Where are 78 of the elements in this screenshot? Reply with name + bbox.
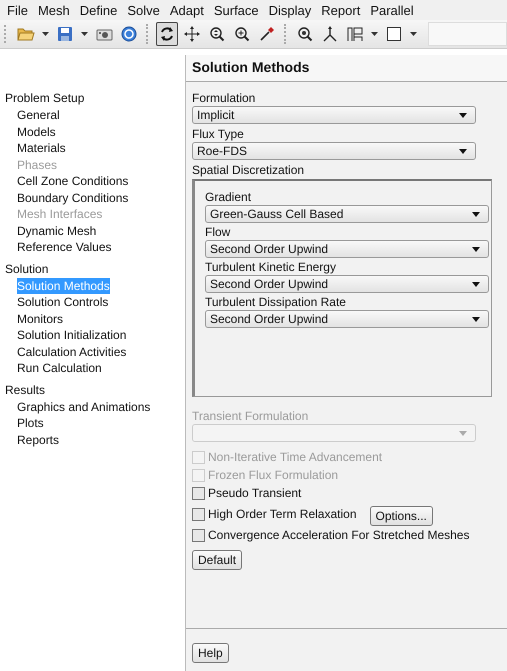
eyedropper-icon xyxy=(259,26,275,42)
tree-item[interactable]: Solution Initialization xyxy=(17,327,126,344)
dropdown[interactable]: Second Order Upwind xyxy=(205,240,489,258)
options-button[interactable]: Options... xyxy=(370,506,433,526)
field-label: Flux Type xyxy=(192,127,244,141)
caret-icon xyxy=(459,430,467,436)
field-label: Transient Formulation xyxy=(192,409,308,423)
help-button[interactable]: Help xyxy=(192,643,229,663)
floppy-icon xyxy=(57,26,73,42)
tree-item[interactable]: Reports xyxy=(17,432,60,448)
menu-item[interactable]: File xyxy=(2,2,33,18)
folder-icon xyxy=(17,26,35,42)
tree-item[interactable]: Dynamic Mesh xyxy=(17,222,96,239)
tree-group[interactable]: Results xyxy=(5,380,185,398)
layout-icon xyxy=(347,26,363,42)
menu-item[interactable]: Solve xyxy=(122,2,165,18)
tree-item[interactable]: Reference Values xyxy=(17,239,112,256)
field-label: Flow xyxy=(205,225,232,239)
menu-item[interactable]: Surface xyxy=(208,2,264,18)
caret-icon xyxy=(410,32,417,36)
dropdown[interactable]: Roe-FDS xyxy=(192,142,476,160)
checkbox-label: High Order Term Relaxation xyxy=(208,506,357,523)
caret-icon xyxy=(459,148,467,154)
tree-group[interactable]: Solution xyxy=(5,260,185,278)
menu-item[interactable]: Define xyxy=(74,2,122,18)
tree-item[interactable]: Plots xyxy=(17,415,44,432)
panel-title: Solution Methods xyxy=(186,55,507,82)
tree-item[interactable]: Monitors xyxy=(17,310,64,327)
dropdown[interactable]: Implicit xyxy=(192,106,476,124)
tree-item[interactable]: Run Calculation xyxy=(17,360,102,376)
tree-item[interactable]: Cell Zone Conditions xyxy=(17,173,128,190)
field-label: Formulation xyxy=(192,91,256,105)
caret-icon xyxy=(371,32,378,36)
caret-icon xyxy=(472,282,480,286)
caret-icon xyxy=(459,112,467,118)
tree-group[interactable]: Problem Setup xyxy=(5,89,185,107)
zoom-in-icon xyxy=(234,26,250,42)
tree-item[interactable]: Materials xyxy=(17,140,66,156)
checkbox-label: Pseudo Transient xyxy=(208,485,302,502)
rotate-icon xyxy=(159,26,175,42)
menu-item[interactable]: Parallel xyxy=(365,2,419,18)
field-label: Turbulent Dissipation Rate xyxy=(205,295,347,309)
dropdown[interactable]: Second Order Upwind xyxy=(205,310,489,328)
menu-item[interactable]: Display xyxy=(264,2,316,18)
tree-item[interactable]: Solution Controls xyxy=(17,294,108,310)
menu-item[interactable]: Adapt xyxy=(164,2,209,18)
field-label: Gradient xyxy=(205,190,252,204)
window-icon xyxy=(386,26,402,42)
tree-item[interactable]: General xyxy=(17,107,60,124)
field-label: Turbulent Kinetic Energy xyxy=(205,260,337,274)
checkbox[interactable] xyxy=(192,528,205,542)
checkbox-label: Frozen Flux Formulation xyxy=(208,467,338,484)
checkbox-label: Convergence Acceleration For Stretched Meshes xyxy=(208,527,470,544)
checkbox-label: Non-Iterative Time Advancement xyxy=(208,449,382,466)
checkbox[interactable] xyxy=(192,508,205,520)
tree-item[interactable]: Models xyxy=(17,124,56,140)
tree-item[interactable]: Graphics and Animations xyxy=(17,398,150,415)
axes-icon xyxy=(322,26,338,42)
dropdown[interactable]: Green-Gauss Cell Based xyxy=(205,205,489,223)
menu-item[interactable]: Mesh xyxy=(32,2,75,18)
zoom-icon xyxy=(209,26,225,42)
caret-icon xyxy=(81,32,88,36)
zoom-icon xyxy=(297,26,313,42)
tree-item[interactable]: Calculation Activities xyxy=(17,344,126,360)
toolbar-button[interactable] xyxy=(156,22,178,46)
dropdown[interactable]: Second Order Upwind xyxy=(205,275,489,293)
caret-icon xyxy=(472,316,480,322)
caret-icon xyxy=(472,246,480,252)
default-button[interactable]: Default xyxy=(192,550,242,570)
group-label: Spatial Discretization xyxy=(192,163,304,177)
move-arrows-icon xyxy=(184,26,200,42)
toolbar-field[interactable] xyxy=(428,22,507,46)
tree-item[interactable]: Boundary Conditions xyxy=(17,190,128,206)
menu-item[interactable]: Report xyxy=(316,2,366,18)
caret-icon xyxy=(42,32,49,36)
caret-icon xyxy=(472,212,480,216)
camera-icon xyxy=(96,26,112,42)
checkbox[interactable] xyxy=(192,486,205,500)
